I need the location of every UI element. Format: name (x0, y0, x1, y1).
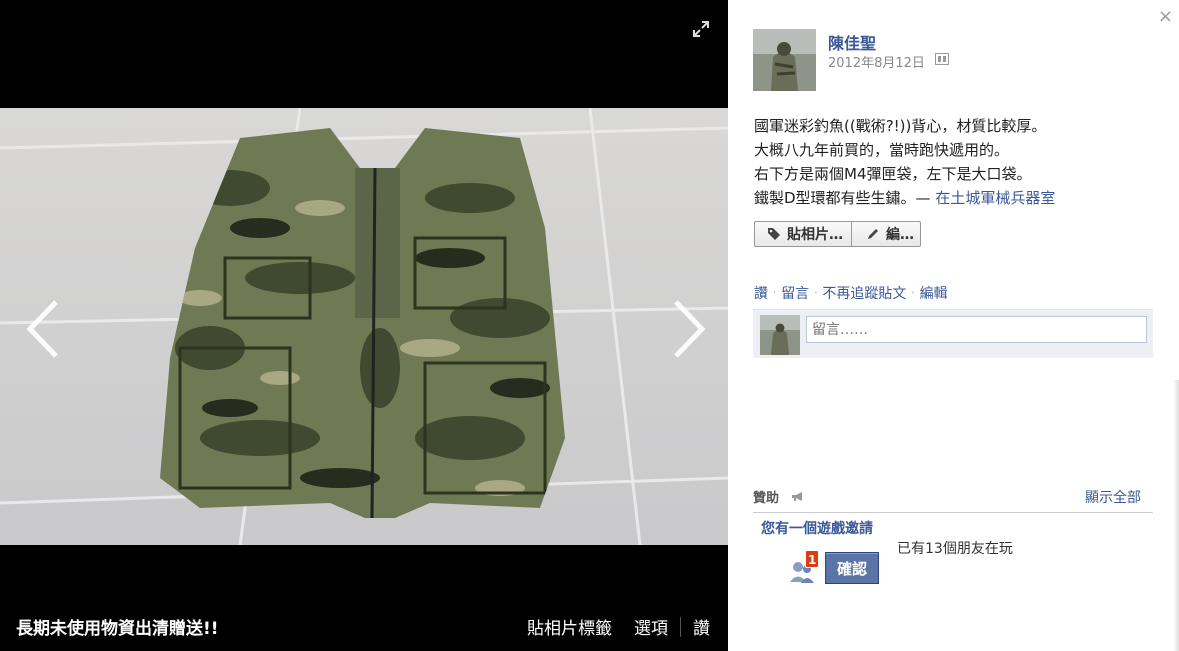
pencil-icon (868, 229, 878, 239)
unfollow-link[interactable]: 不再追蹤貼文 (822, 283, 906, 303)
separator-dot: · (814, 287, 818, 299)
like-link[interactable]: 讚 (754, 283, 768, 303)
edit-link[interactable]: 編輯 (920, 283, 948, 303)
comment-input[interactable] (806, 316, 1147, 343)
caption-line: 國軍迷彩釣魚((戰術?!))背心，材質比較厚。 (754, 117, 1047, 135)
author-name-link[interactable]: 陳佳聖 (828, 30, 876, 54)
separator-dot: · (911, 287, 915, 299)
stage-action-bar: 貼相片標籤 選項 讚 (527, 614, 710, 639)
panel-edge-shadow (1173, 380, 1179, 651)
megaphone-icon (791, 490, 806, 501)
photo-action-buttons: 貼相片… 編… (754, 221, 921, 247)
comment-composer (753, 309, 1153, 358)
tag-photo-link[interactable]: 貼相片標籤 (527, 614, 612, 639)
caption-line: 右下方是兩個M4彈匣袋，左下是大口袋。 (754, 165, 1032, 183)
see-all-link[interactable]: 顯示全部 (1085, 487, 1141, 507)
friends-privacy-icon[interactable] (935, 53, 949, 65)
fullscreen-icon[interactable] (692, 20, 710, 38)
close-icon[interactable]: × (1158, 8, 1173, 26)
previous-photo-arrow-icon[interactable] (24, 298, 64, 360)
confirm-button[interactable]: 確認 (825, 552, 879, 584)
sponsored-label: 贊助 (753, 491, 780, 506)
photo-info-panel: × 陳佳聖 2012年8月12日 國軍迷彩釣魚((戰術?!))背心，材質比較厚。… (728, 0, 1179, 651)
caption-line: 鐵製D型環都有些生鏽。— (754, 189, 936, 207)
game-invite-title[interactable]: 您有一個遊戲邀請 (761, 518, 873, 538)
divider (753, 512, 1153, 513)
caption-line: 大概八九年前買的，當時跑快遞用的。 (754, 141, 1010, 159)
caption-line-with-location: 鐵製D型環都有些生鏽。— 在土城軍械兵器室 (754, 186, 1164, 210)
notification-count-badge: 1 (805, 550, 820, 568)
viewer-avatar (760, 315, 800, 355)
post-date-link[interactable]: 2012年8月12日 (828, 52, 925, 71)
edit-button-label: 編… (886, 227, 914, 243)
tag-photo-button[interactable]: 貼相片… (755, 222, 851, 246)
photo-viewer-stage: 長期未使用物資出清贈送!! 貼相片標籤 選項 讚 (0, 0, 728, 651)
location-link[interactable]: 在土城軍械兵器室 (935, 189, 1055, 207)
like-link[interactable]: 讚 (693, 614, 710, 639)
next-photo-arrow-icon[interactable] (668, 298, 708, 360)
action-divider (680, 616, 681, 637)
friends-playing-text: 已有13個朋友在玩 (897, 541, 1013, 557)
author-avatar[interactable] (753, 29, 816, 91)
feedback-links: 讚 · 留言 · 不再追蹤貼文 · 編輯 (754, 283, 948, 303)
comment-link[interactable]: 留言 (781, 283, 809, 303)
tag-photo-button-label: 貼相片… (787, 227, 843, 243)
photo-caption: 國軍迷彩釣魚((戰術?!))背心，材質比較厚。 大概八九年前買的，當時跑快遞用的… (754, 114, 1164, 210)
camouflage-vest-image (0, 108, 728, 545)
options-link[interactable]: 選項 (634, 614, 668, 639)
album-title[interactable]: 長期未使用物資出清贈送!! (16, 614, 219, 639)
tag-icon (768, 228, 780, 240)
vest-photo[interactable] (0, 108, 728, 545)
separator-dot: · (773, 287, 777, 299)
edit-button[interactable]: 編… (851, 222, 920, 246)
